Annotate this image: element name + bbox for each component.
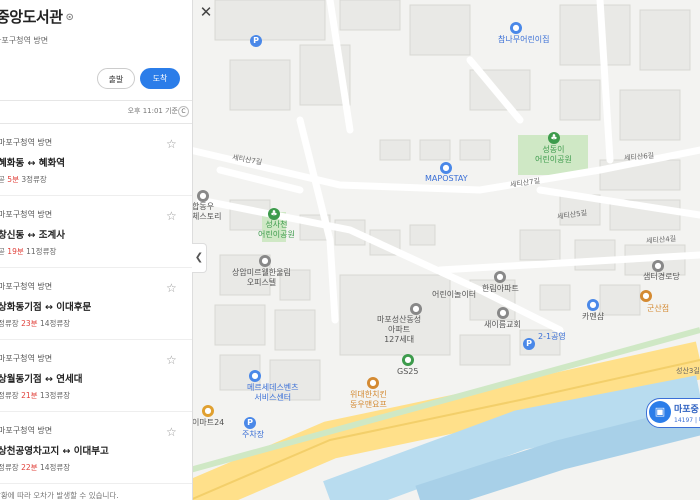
- disclaimer: 상황에 따라 오차가 발생할 수 있습니다.: [0, 491, 119, 500]
- close-icon[interactable]: ✕: [196, 2, 216, 22]
- convenience-store-icon[interactable]: ●: [202, 405, 214, 417]
- poi-label[interactable]: 마포성산동성 아파트 127세대: [377, 315, 421, 345]
- route-name: 상월동기점 ↔ 연세대: [0, 374, 83, 385]
- bus-stop-marker[interactable]: ▣ 마포중 14197 | 마: [646, 398, 700, 428]
- convenience-store-icon[interactable]: ●: [402, 354, 414, 366]
- route-direction: 마포구청역 방면: [0, 426, 53, 435]
- route-eta: 곧 5분 3정류장: [0, 175, 47, 184]
- poi-label[interactable]: 합동우 체스토리: [192, 202, 221, 222]
- parking-icon[interactable]: P: [244, 417, 256, 429]
- poi-label[interactable]: 샘터경로당: [643, 272, 680, 282]
- poi-label[interactable]: 주차장: [242, 430, 264, 440]
- bus-stop-id: 14197 | 마: [674, 417, 700, 424]
- route-name: 상천공영차고지 ↔ 이대부고: [0, 446, 109, 457]
- page-title: 중앙도서관 ⊙: [0, 6, 74, 27]
- list-item[interactable]: 마포구청역 방면 상천공영차고지 ↔ 이대부고 정류장 22분 14정류장 ☆: [0, 412, 192, 484]
- senior-center-icon[interactable]: ●: [652, 260, 664, 272]
- poi-label[interactable]: 상암미르웰한울림 오피스텔: [232, 268, 291, 288]
- poi-label[interactable]: 성동이 어린이공원: [535, 145, 572, 165]
- timestamp: 오후 11:01 기준: [127, 107, 178, 115]
- collapse-panel-button[interactable]: ❮: [192, 243, 207, 273]
- poi-label[interactable]: 어린이놀이터: [432, 290, 476, 300]
- parking-icon[interactable]: P: [250, 35, 262, 47]
- location-pin-icon[interactable]: ⊙: [66, 12, 74, 23]
- refresh-icon[interactable]: C: [178, 106, 189, 117]
- poi-label[interactable]: MAPOSTAY: [425, 174, 468, 184]
- poi-label[interactable]: 한림아파트: [482, 284, 519, 294]
- restaurant-icon[interactable]: ●: [640, 290, 652, 302]
- route-direction: 마포구청역 방면: [0, 354, 53, 363]
- route-direction: 마포구청역 방면: [0, 282, 53, 291]
- parking-icon[interactable]: P: [523, 338, 535, 350]
- poi-label[interactable]: 성사천 어린이공원: [258, 220, 295, 240]
- star-icon[interactable]: ☆: [166, 425, 177, 439]
- poi-label[interactable]: 카멘샵: [582, 312, 604, 322]
- poi-label[interactable]: 이마트24: [192, 418, 224, 428]
- poi-label[interactable]: 참나무어린이집: [498, 35, 550, 45]
- depart-button[interactable]: 출발: [97, 68, 135, 89]
- poi-label[interactable]: 2-1공영: [538, 332, 566, 342]
- route-eta: 정류장 23분 14정류장: [0, 319, 71, 328]
- list-item[interactable]: 마포구청역 방면 창신동 ↔ 조계사 곧 19분 11정류장 ☆: [0, 196, 192, 268]
- route-eta: 정류장 22분 14정류장: [0, 463, 71, 472]
- hotel-icon[interactable]: ●: [440, 162, 452, 174]
- route-name: 창신동 ↔ 조계사: [0, 230, 66, 241]
- list-item[interactable]: 마포구청역 방면 상화동기점 ↔ 이대후문 정류장 23분 14정류장 ☆: [0, 268, 192, 340]
- star-icon[interactable]: ☆: [166, 281, 177, 295]
- star-icon[interactable]: ☆: [166, 137, 177, 151]
- poi-label[interactable]: 메르세데스벤츠 서비스센터: [247, 383, 299, 403]
- restaurant-icon[interactable]: ●: [367, 377, 379, 389]
- route-name: 혜화동 ↔ 혜화역: [0, 158, 66, 169]
- route-direction: 마포구청역 방면: [0, 138, 53, 147]
- stop-direction: 마포구청역 방면: [0, 36, 49, 45]
- building-icon[interactable]: ●: [259, 255, 271, 267]
- park-icon[interactable]: ♣: [268, 208, 280, 220]
- route-eta: 곧 19분 11정류장: [0, 247, 57, 256]
- school-icon[interactable]: ●: [510, 22, 522, 34]
- route-eta: 정류장 21분 13정류장: [0, 391, 71, 400]
- road-label: 성산3길: [676, 367, 700, 375]
- list-item[interactable]: 마포구청역 방면 상월동기점 ↔ 연세대 정류장 21분 13정류장 ☆: [0, 340, 192, 412]
- arrive-button[interactable]: 도착: [140, 68, 180, 89]
- apartment-icon[interactable]: ●: [410, 303, 422, 315]
- shop-icon[interactable]: ●: [587, 299, 599, 311]
- star-icon[interactable]: ☆: [166, 209, 177, 223]
- building-icon[interactable]: ●: [494, 271, 506, 283]
- bus-stop-panel: 중앙도서관⊙ 마포구청역 방면 출발 도착 오후 11:01 기준 C 마포구청…: [0, 0, 193, 500]
- car-service-icon[interactable]: ●: [249, 370, 261, 382]
- list-item[interactable]: 마포구청역 방면 혜화동 ↔ 혜화역 곧 5분 3정류장 ☆: [0, 124, 192, 196]
- park-icon[interactable]: ♣: [548, 132, 560, 144]
- poi-label[interactable]: 위대한치킨 동우맨요프: [350, 390, 387, 410]
- route-name: 상화동기점 ↔ 이대후문: [0, 302, 92, 313]
- bus-stop-name: 마포중: [674, 405, 699, 415]
- poi-label[interactable]: 군산점: [647, 304, 669, 314]
- stop-title: 중앙도서관: [0, 8, 63, 26]
- route-direction: 마포구청역 방면: [0, 210, 53, 219]
- time-bar: 오후 11:01 기준 C: [0, 100, 192, 124]
- bus-icon: ▣: [649, 401, 671, 423]
- star-icon[interactable]: ☆: [166, 353, 177, 367]
- church-icon[interactable]: ●: [497, 307, 509, 319]
- building-icon[interactable]: ●: [197, 190, 209, 202]
- poi-label[interactable]: 새이름교회: [484, 320, 521, 330]
- poi-label[interactable]: GS25: [397, 367, 418, 377]
